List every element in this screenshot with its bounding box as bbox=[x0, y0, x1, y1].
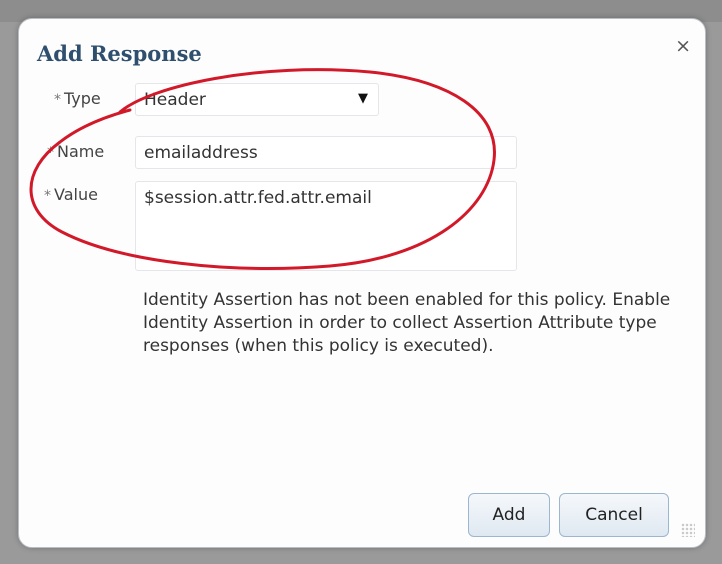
name-label: Name bbox=[57, 142, 105, 161]
identity-assertion-message: Identity Assertion has not been enabled … bbox=[143, 290, 671, 356]
cancel-button[interactable]: Cancel bbox=[559, 493, 669, 537]
name-label-row: * Name bbox=[47, 142, 104, 161]
close-icon[interactable]: × bbox=[675, 37, 691, 56]
type-select-value: Header bbox=[144, 90, 206, 110]
value-label-row: * Value bbox=[44, 185, 98, 204]
dialog-title: Add Response bbox=[37, 41, 202, 66]
resize-grip-icon[interactable] bbox=[681, 523, 695, 537]
value-label: Value bbox=[54, 185, 98, 204]
required-marker: * bbox=[47, 145, 54, 161]
name-input[interactable]: emailaddress bbox=[135, 136, 517, 169]
type-label: Type bbox=[64, 89, 101, 108]
type-label-row: * Type bbox=[54, 89, 101, 108]
type-select[interactable]: Header ▼ bbox=[135, 83, 379, 116]
value-textarea[interactable]: $session.attr.fed.attr.email bbox=[135, 181, 517, 271]
dropdown-arrow-icon: ▼ bbox=[358, 91, 368, 106]
required-marker: * bbox=[54, 92, 61, 108]
required-marker: * bbox=[44, 188, 51, 204]
add-button[interactable]: Add bbox=[468, 493, 550, 537]
add-response-dialog: Add Response × * Type Header ▼ * Name emai… bbox=[18, 18, 706, 548]
